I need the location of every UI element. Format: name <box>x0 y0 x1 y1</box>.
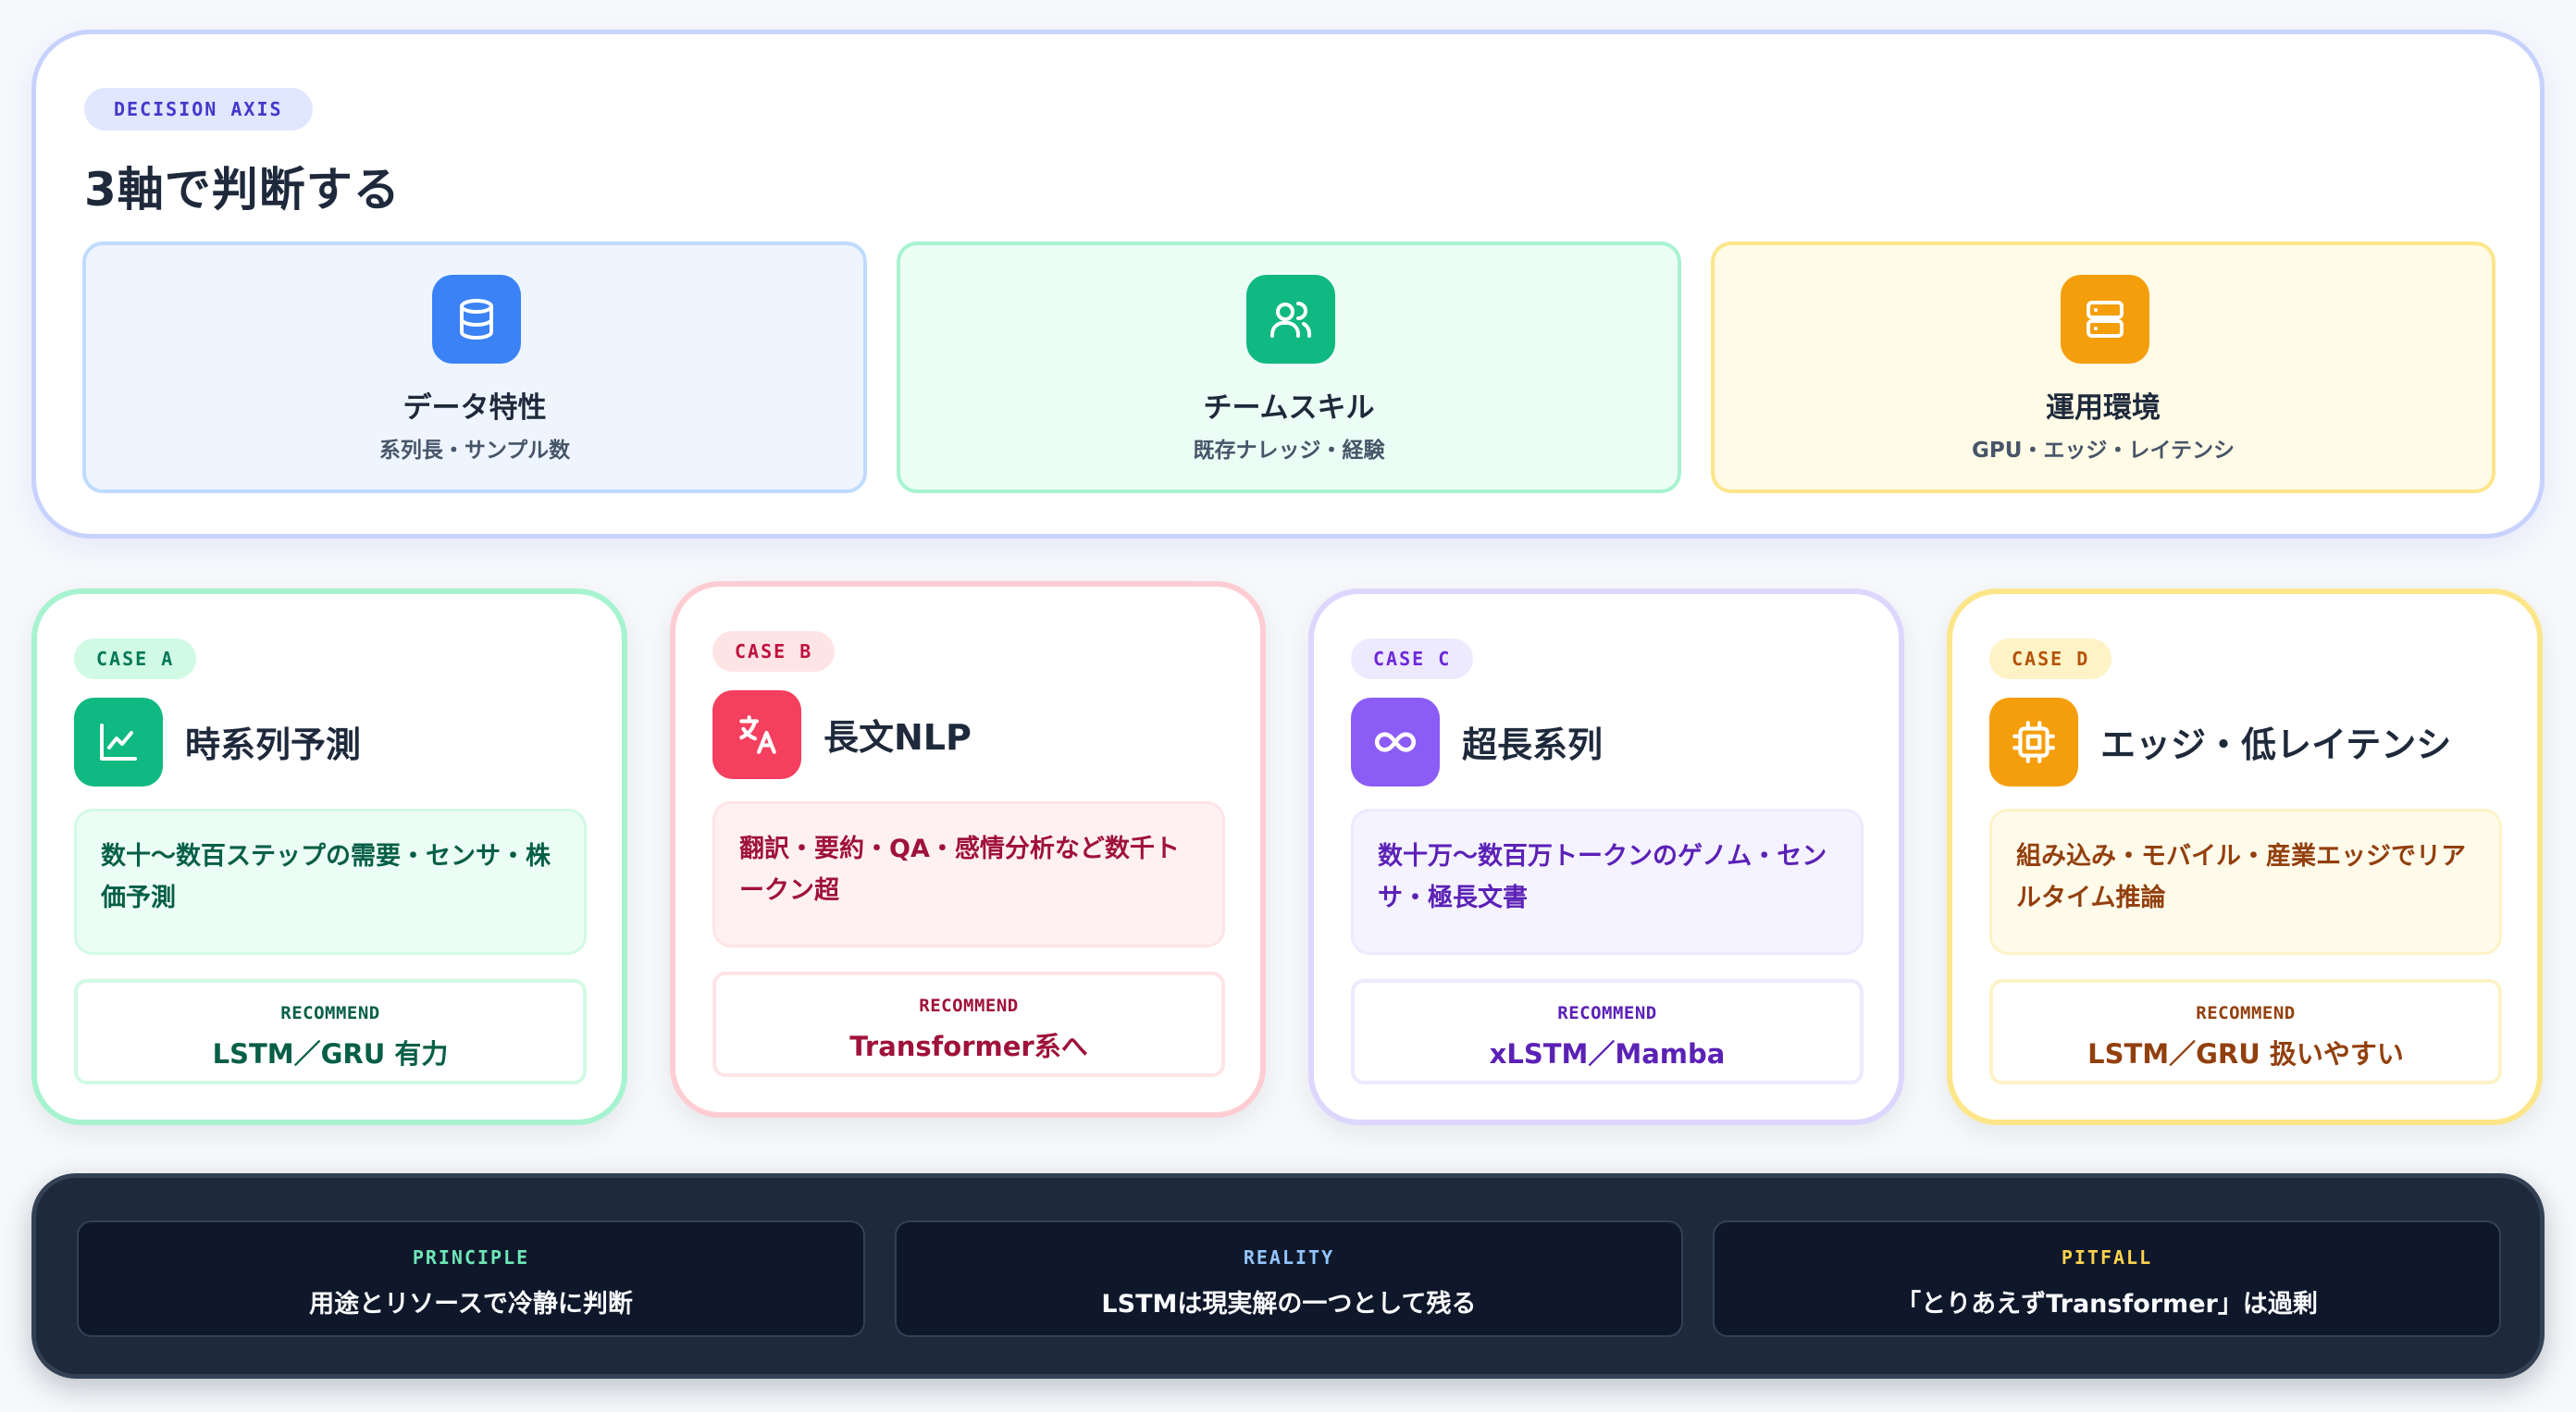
axis-card-title: チームスキル <box>1203 391 1375 425</box>
case-title: 超長系列 <box>1462 725 1604 765</box>
axis-card-subtitle: 既存ナレッジ・経験 <box>1193 439 1385 463</box>
case-card-c: CASE C 超長系列 数十万〜数百万トークンのゲノム・センサ・極長文書 REC… <box>1308 588 1904 1125</box>
case-badge: CASE B <box>712 631 836 672</box>
case-badge: CASE C <box>1351 638 1474 679</box>
case-recommendation: RECOMMEND LSTM／GRU 扱いやすい <box>1989 979 2502 1084</box>
recommend-value: LSTM／GRU 有力 <box>212 1038 449 1070</box>
chip-icon <box>1989 698 2078 787</box>
recommend-label: RECOMMEND <box>1557 1003 1657 1023</box>
case-description: 組み込み・モバイル・産業エッジでリアルタイム推論 <box>1989 809 2502 955</box>
case-recommendation: RECOMMEND LSTM／GRU 有力 <box>74 979 587 1084</box>
recommend-label: RECOMMEND <box>280 1003 380 1023</box>
case-recommendation: RECOMMEND Transformer系へ <box>712 972 1225 1077</box>
summary-bar: PRINCIPLE 用途とリソースで冷静に判断 REALITY LSTMは現実解… <box>31 1173 2545 1379</box>
case-card-d: CASE D エッジ・低レイテンシ 組み込み・モバイル・産業エッジでリアルタイム… <box>1947 588 2543 1125</box>
case-card-b: CASE B 長文NLP 翻訳・要約・QA・感情分析など数千トークン超 RECO… <box>670 581 1266 1118</box>
principle-label: PRINCIPLE <box>412 1246 530 1269</box>
recommend-value: Transformer系へ <box>849 1031 1088 1062</box>
database-icon <box>432 275 521 364</box>
reality-box: REALITY LSTMは現実解の一つとして残る <box>895 1220 1683 1337</box>
decision-axis-badge: DECISION AXIS <box>84 88 313 130</box>
axis-card-subtitle: 系列長・サンプル数 <box>378 439 571 463</box>
case-description: 数十万〜数百万トークンのゲノム・センサ・極長文書 <box>1351 809 1864 955</box>
team-icon <box>1246 275 1335 364</box>
case-description: 数十〜数百ステップの需要・センサ・株価予測 <box>74 809 587 955</box>
pitfall-box: PITFALL 「とりあえずTransformer」は過剰 <box>1713 1220 2501 1337</box>
axis-card-subtitle: GPU・エッジ・レイテンシ <box>1972 439 2235 463</box>
decision-axis-panel: DECISION AXIS 3軸で判断する データ特性 系列長・サンプル数 チー… <box>31 30 2545 539</box>
reality-text: LSTMは現実解の一つとして残る <box>1101 1290 1477 1319</box>
case-badge: CASE D <box>1989 638 2112 679</box>
recommend-value: xLSTM／Mamba <box>1489 1038 1726 1070</box>
case-title: エッジ・低レイテンシ <box>2100 725 2452 765</box>
case-badge: CASE A <box>74 638 197 679</box>
infinity-icon <box>1351 698 1440 787</box>
recommend-value: LSTM／GRU 扱いやすい <box>2087 1038 2404 1070</box>
case-title: 時系列予測 <box>185 725 362 765</box>
axis-card-title: 運用環境 <box>2046 391 2161 425</box>
server-icon <box>2061 275 2149 364</box>
recommend-label: RECOMMEND <box>919 996 1019 1016</box>
axis-card-data-characteristics: データ特性 系列長・サンプル数 <box>82 242 867 493</box>
case-recommendation: RECOMMEND xLSTM／Mamba <box>1351 979 1864 1084</box>
reality-label: REALITY <box>1243 1246 1335 1269</box>
axis-card-team-skill: チームスキル 既存ナレッジ・経験 <box>897 242 1681 493</box>
case-title: 長文NLP <box>824 717 972 758</box>
decision-axis-title: 3軸で判断する <box>84 163 401 217</box>
principle-box: PRINCIPLE 用途とリソースで冷静に判断 <box>77 1220 865 1337</box>
translate-icon <box>712 690 801 779</box>
line-chart-icon <box>74 698 163 787</box>
axis-card-operating-environment: 運用環境 GPU・エッジ・レイテンシ <box>1711 242 2496 493</box>
case-card-a: CASE A 時系列予測 数十〜数百ステップの需要・センサ・株価予測 RECOM… <box>31 588 627 1125</box>
pitfall-label: PITFALL <box>2061 1246 2153 1269</box>
pitfall-text: 「とりあえずTransformer」は過剰 <box>1896 1290 2318 1319</box>
axis-card-title: データ特性 <box>402 391 547 425</box>
recommend-label: RECOMMEND <box>2196 1003 2296 1023</box>
principle-text: 用途とリソースで冷静に判断 <box>309 1290 633 1319</box>
case-description: 翻訳・要約・QA・感情分析など数千トークン超 <box>712 801 1225 948</box>
